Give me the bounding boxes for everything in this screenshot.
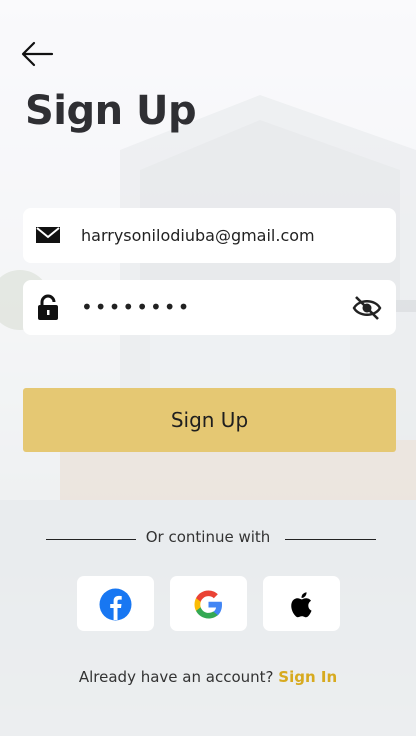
- email-value: harrysonilodiuba@gmail.com: [81, 226, 315, 245]
- apple-icon: [291, 592, 312, 618]
- divider: Or continue with: [0, 528, 416, 550]
- password-field[interactable]: ••••••••: [23, 280, 396, 335]
- facebook-icon: [99, 588, 132, 621]
- sign-in-link[interactable]: Sign In: [278, 668, 337, 686]
- sign-up-button[interactable]: Sign Up: [23, 388, 396, 452]
- facebook-login-button[interactable]: [77, 576, 154, 631]
- apple-login-button[interactable]: [263, 576, 340, 631]
- google-icon: [194, 590, 222, 619]
- divider-line-right: [285, 539, 376, 540]
- back-arrow-icon[interactable]: [20, 40, 54, 68]
- footer-prompt: Already have an account?: [78, 668, 274, 686]
- divider-label: Or continue with: [145, 528, 271, 546]
- eye-off-icon[interactable]: [352, 294, 382, 322]
- password-value: ••••••••: [81, 295, 192, 319]
- google-login-button[interactable]: [170, 576, 247, 631]
- email-field[interactable]: harrysonilodiuba@gmail.com: [23, 208, 396, 263]
- page-title: Sign Up: [25, 88, 197, 134]
- lock-icon: [38, 294, 58, 320]
- envelope-icon: [36, 227, 60, 243]
- footer: Already have an account? Sign In: [0, 668, 416, 686]
